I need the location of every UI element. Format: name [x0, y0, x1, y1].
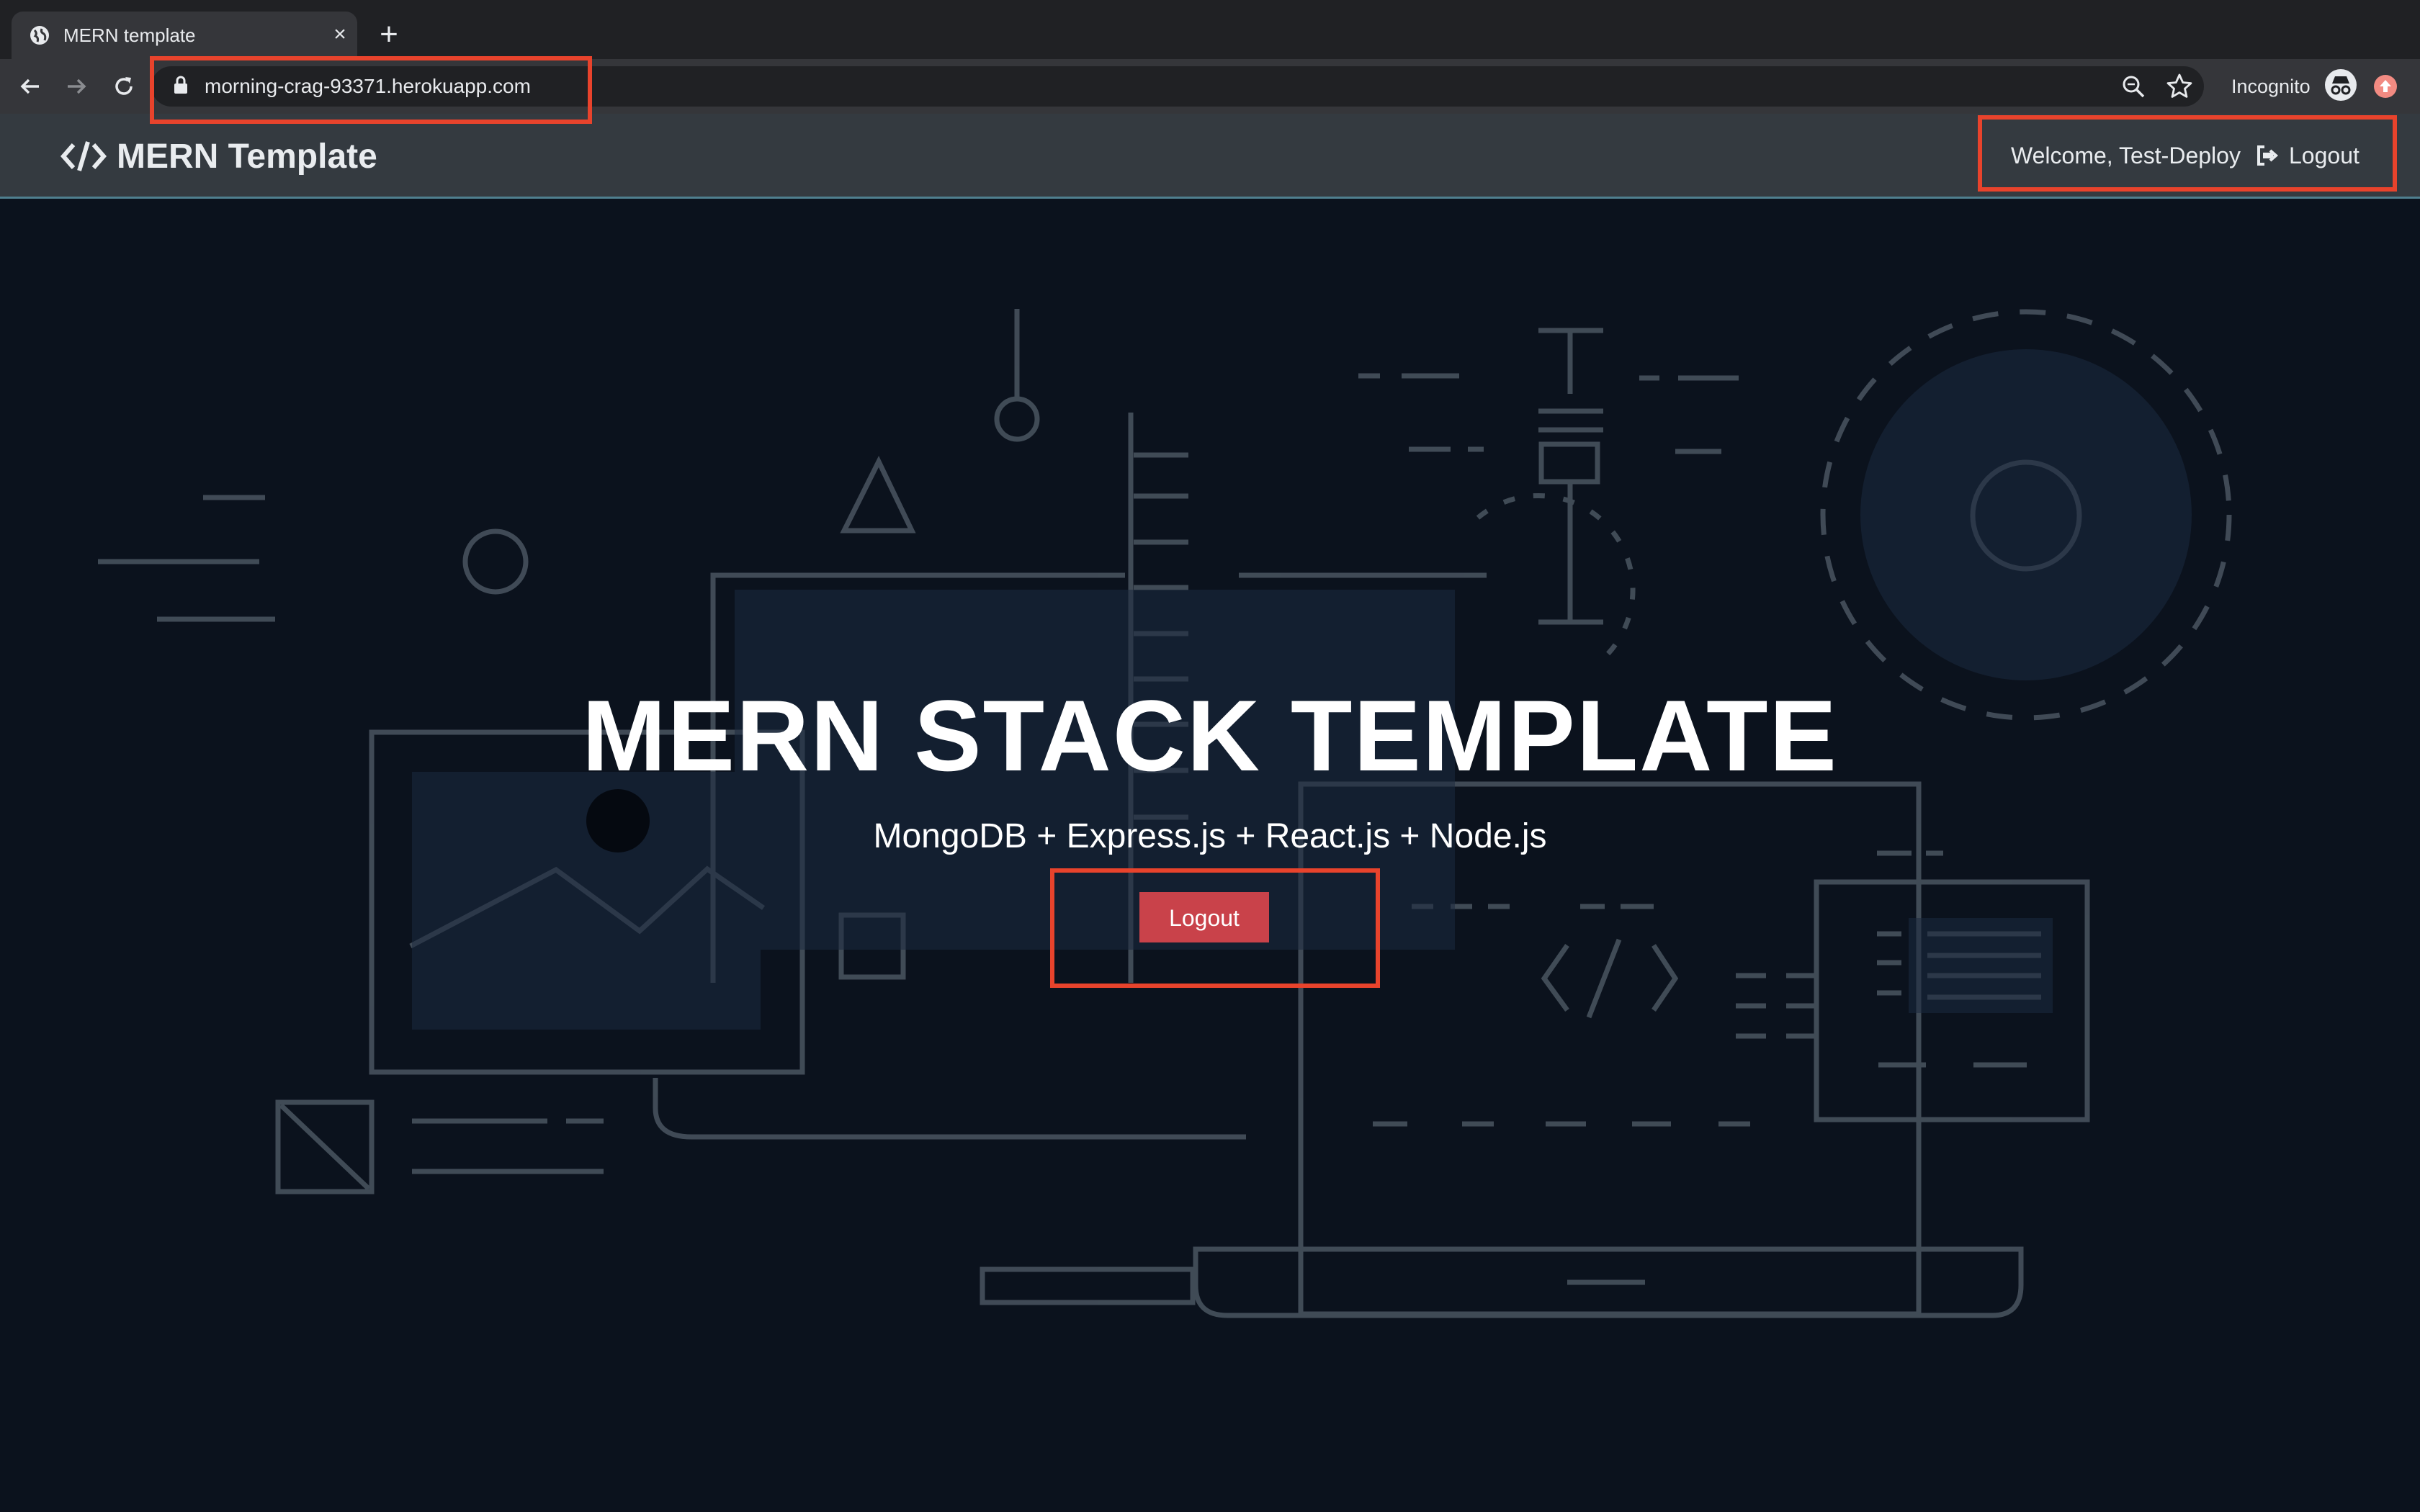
- hero-section: MERN STACK TEMPLATE MongoDB + Express.js…: [0, 201, 2420, 1512]
- brand-link[interactable]: MERN Template: [60, 135, 377, 177]
- bookmark-star-icon[interactable]: [2165, 72, 2194, 101]
- hero-title: MERN STACK TEMPLATE: [582, 679, 1838, 792]
- close-icon[interactable]: ×: [328, 23, 351, 46]
- back-arrow-icon[interactable]: [14, 71, 46, 102]
- zoom-icon[interactable]: [2119, 72, 2148, 101]
- update-icon[interactable]: [2374, 75, 2397, 98]
- code-icon: [60, 141, 107, 171]
- hero-subtitle: MongoDB + Express.js + React.js + Node.j…: [873, 817, 1547, 855]
- browser-tab-bar: MERN template × +: [0, 0, 2420, 59]
- plus-icon[interactable]: +: [375, 19, 403, 50]
- forward-arrow-icon[interactable]: [60, 71, 92, 102]
- annotation-box-url: [150, 56, 592, 124]
- incognito-label: Incognito: [2231, 76, 2311, 97]
- reload-icon[interactable]: [108, 71, 140, 102]
- browser-tab[interactable]: MERN template ×: [12, 12, 357, 59]
- brand-name: MERN Template: [117, 137, 377, 176]
- incognito-icon[interactable]: [2325, 69, 2357, 101]
- annotation-box-navbar-logout: [1978, 115, 2397, 192]
- tab-title: MERN template: [63, 24, 196, 46]
- globe-icon: [30, 26, 49, 45]
- annotation-box-hero-logout: [1050, 868, 1380, 988]
